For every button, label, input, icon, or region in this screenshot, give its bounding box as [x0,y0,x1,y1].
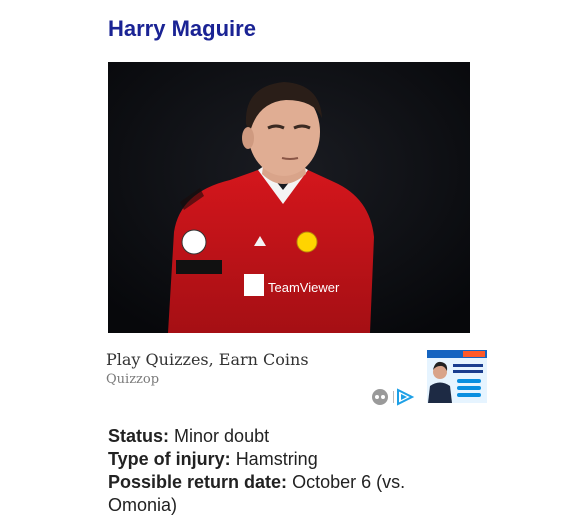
player-name-heading: Harry Maguire [108,16,256,41]
return-date-label: Possible return date: [108,472,288,492]
ad-thumbnail-image [427,350,487,403]
status-label: Status: [108,426,170,446]
play-triangle-icon[interactable] [397,388,415,406]
injury-type-label: Type of injury: [108,449,231,469]
sponsored-ad[interactable]: Play Quizzes, Earn Coins Quizzop [106,348,488,408]
injury-type-value: Hamstring [235,449,318,469]
return-date-row: Possible return date: October 6 (vs. Omo… [108,471,428,517]
status-row: Status: Minor doubt [108,425,428,448]
injury-info: Status: Minor doubt Type of injury: Hams… [108,425,428,517]
ad-headline[interactable]: Play Quizzes, Earn Coins [106,350,309,370]
player-photo-illustration: TeamViewer [108,62,470,333]
injury-type-row: Type of injury: Hamstring [108,448,428,471]
ad-source[interactable]: Quizzop [106,372,159,388]
ad-thumbnail[interactable] [427,350,487,403]
player-photo: TeamViewer [108,62,470,333]
status-value: Minor doubt [174,426,270,446]
sponsor-text: TeamViewer [268,280,340,295]
ad-privacy-controls[interactable] [368,388,418,406]
adchoices-icon[interactable] [372,389,388,405]
